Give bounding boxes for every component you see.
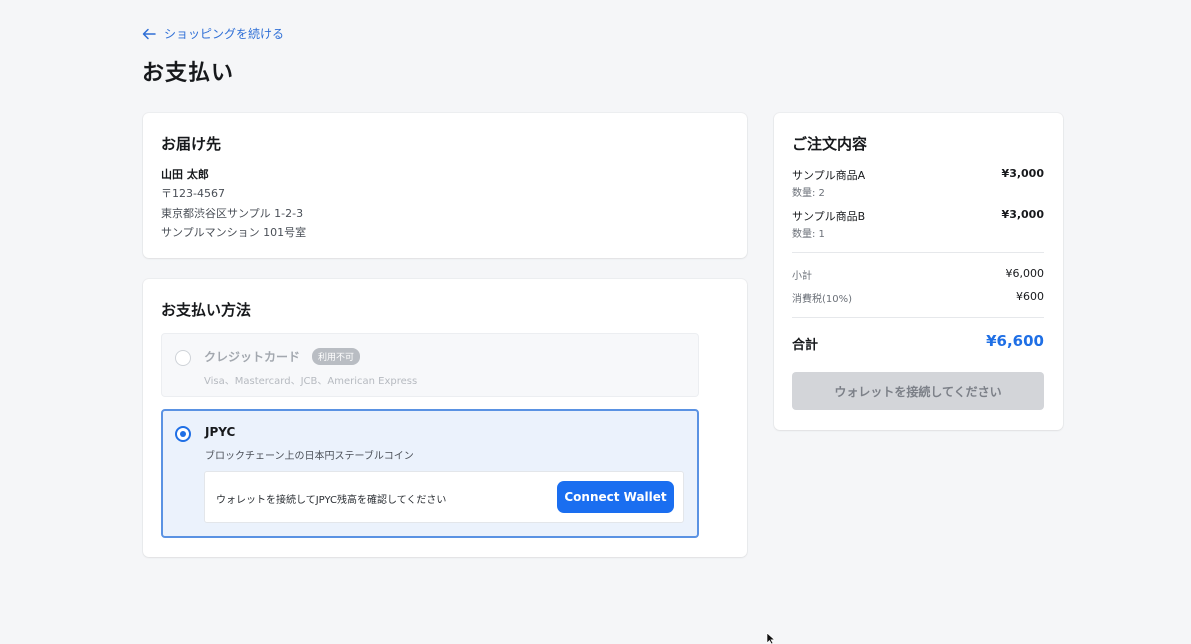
item-name: サンプル商品B bbox=[792, 210, 866, 223]
payment-option-jpyc[interactable]: JPYC ブロックチェーン上の日本円ステーブルコイン ウォレットを接続してJPY… bbox=[161, 409, 699, 538]
wallet-message: ウォレットを接続してJPYC残高を確認してください bbox=[216, 495, 447, 506]
payment-option-credit-card: クレジットカード 利用不可 Visa、Mastercard、JCB、Americ… bbox=[161, 333, 699, 397]
arrow-left-icon bbox=[142, 28, 156, 39]
checkout-button[interactable]: ウォレットを接続してください bbox=[792, 372, 1044, 410]
mouse-cursor-icon bbox=[766, 633, 776, 644]
total-divider bbox=[792, 317, 1044, 318]
jpyc-radio[interactable] bbox=[175, 426, 191, 442]
unavailable-badge: 利用不可 bbox=[312, 348, 361, 365]
item-name: サンプル商品A bbox=[792, 169, 866, 182]
item-price: ¥3,000 bbox=[1001, 208, 1044, 221]
tax-label: 消費税(10%) bbox=[792, 294, 853, 305]
back-link-label: ショッピングを続ける bbox=[164, 27, 285, 41]
total-label: 合計 bbox=[792, 338, 819, 353]
jpyc-description: ブロックチェーン上の日本円ステーブルコイン bbox=[205, 451, 414, 462]
item-quantity: 数量: 1 bbox=[792, 229, 825, 240]
address-line-1: 東京都渋谷区サンプル 1-2-3 bbox=[161, 207, 304, 220]
order-summary-card: ご注文内容 サンプル商品A ¥3,000 数量: 2 サンプル商品B ¥3,00… bbox=[774, 113, 1063, 430]
shipping-address-card: お届け先 山田 太郎 〒123-4567 東京都渋谷区サンプル 1-2-3 サン… bbox=[143, 113, 747, 258]
back-to-shopping-link[interactable]: ショッピングを続ける bbox=[142, 25, 284, 42]
payment-method-card: お支払い方法 クレジットカード 利用不可 Visa、Mastercard、JCB… bbox=[143, 279, 747, 557]
item-price: ¥3,000 bbox=[1001, 167, 1044, 180]
jpyc-label: JPYC bbox=[205, 425, 236, 439]
connect-wallet-button[interactable]: Connect Wallet bbox=[557, 481, 674, 513]
wallet-connect-panel: ウォレットを接続してJPYC残高を確認してください Connect Wallet bbox=[204, 471, 684, 523]
tax-value: ¥600 bbox=[1016, 290, 1044, 303]
credit-card-brands: Visa、Mastercard、JCB、American Express bbox=[204, 376, 418, 387]
recipient-name: 山田 太郎 bbox=[161, 168, 209, 181]
total-value: ¥6,600 bbox=[986, 332, 1044, 350]
payment-title: お支払い方法 bbox=[161, 301, 252, 319]
summary-divider bbox=[792, 252, 1044, 253]
item-quantity: 数量: 2 bbox=[792, 188, 825, 199]
address-line-2: サンプルマンション 101号室 bbox=[161, 226, 307, 239]
subtotal-label: 小計 bbox=[792, 271, 812, 282]
credit-card-radio bbox=[175, 350, 191, 366]
postal-code: 〒123-4567 bbox=[161, 187, 225, 200]
credit-card-label: クレジットカード bbox=[204, 350, 301, 364]
subtotal-value: ¥6,000 bbox=[1005, 267, 1045, 280]
order-title: ご注文内容 bbox=[792, 135, 868, 153]
page-title: お支払い bbox=[142, 61, 235, 86]
shipping-title: お届け先 bbox=[161, 135, 222, 153]
